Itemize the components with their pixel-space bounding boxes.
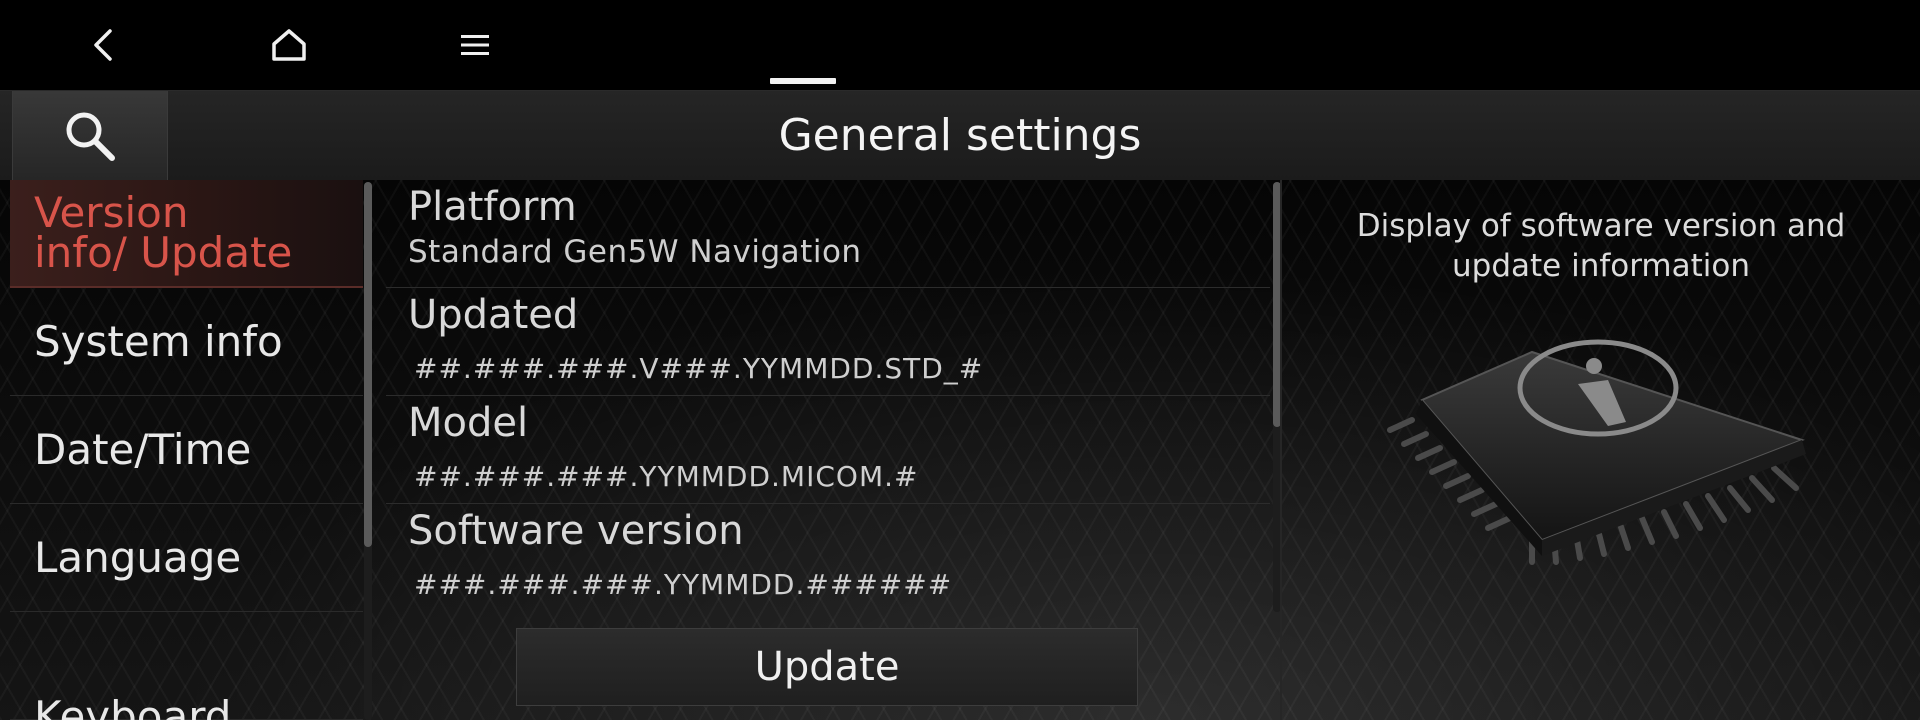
info-row-platform: Platform Standard Gen5W Navigation bbox=[386, 180, 1270, 288]
page-title: General settings bbox=[778, 110, 1142, 161]
menu-button[interactable] bbox=[440, 14, 510, 76]
info-row-software-version: Software version ###.###.###.YYMMDD.####… bbox=[386, 504, 1270, 612]
back-arrow-icon bbox=[94, 29, 112, 61]
search-button[interactable] bbox=[12, 91, 168, 181]
search-icon bbox=[66, 112, 115, 161]
help-description: Display of software version and update i… bbox=[1356, 208, 1846, 284]
sidebar-item-date-time[interactable]: Date/Time bbox=[10, 396, 363, 504]
header-bar: General settings bbox=[0, 90, 1920, 181]
info-value: Standard Gen5W Navigation bbox=[408, 234, 862, 270]
info-value: ##.###.###.YYMMDD.MICOM.# bbox=[414, 460, 919, 493]
sidebar-item-keyboard[interactable]: Keyboard bbox=[10, 612, 363, 720]
info-label: Updated bbox=[408, 292, 579, 338]
sidebar-item-label: Keyboard bbox=[34, 692, 232, 720]
sidebar-item-label: System info bbox=[34, 317, 283, 366]
info-label: Software version bbox=[408, 508, 744, 554]
info-chip-icon bbox=[1387, 339, 1806, 565]
update-button[interactable]: Update bbox=[516, 628, 1138, 706]
sidebar-item-language[interactable]: Language bbox=[10, 504, 363, 612]
sidebar-item-version-info[interactable]: Version info/ Update bbox=[10, 180, 363, 288]
info-value: ###.###.###.YYMMDD.###### bbox=[414, 568, 953, 601]
sidebar-item-label: Language bbox=[34, 533, 242, 582]
sidebar-scrollbar-thumb[interactable] bbox=[364, 182, 372, 547]
help-panel: Display of software version and update i… bbox=[1280, 180, 1920, 720]
info-row-model: Model ##.###.###.YYMMDD.MICOM.# bbox=[386, 396, 1270, 504]
sidebar-item-label: Date/Time bbox=[34, 425, 252, 474]
home-button[interactable] bbox=[254, 14, 324, 76]
info-label: Model bbox=[408, 400, 529, 446]
info-value: ##.###.###.V###.YYMMDD.STD_# bbox=[414, 352, 984, 385]
menu-icon bbox=[461, 35, 489, 55]
back-button[interactable] bbox=[68, 14, 138, 76]
update-button-label: Update bbox=[754, 644, 900, 690]
sidebar-item-label: Version info/ Update bbox=[34, 188, 293, 277]
sidebar: Version info/ Update System info Date/Ti… bbox=[10, 180, 363, 720]
sidebar-item-system-info[interactable]: System info bbox=[10, 288, 363, 396]
info-row-updated: Updated ##.###.###.V###.YYMMDD.STD_# bbox=[386, 288, 1270, 396]
home-icon bbox=[272, 29, 306, 61]
page-indicator bbox=[770, 78, 836, 84]
info-label: Platform bbox=[408, 184, 577, 230]
top-bar bbox=[0, 0, 1920, 90]
version-info-list: Platform Standard Gen5W Navigation Updat… bbox=[386, 180, 1270, 610]
